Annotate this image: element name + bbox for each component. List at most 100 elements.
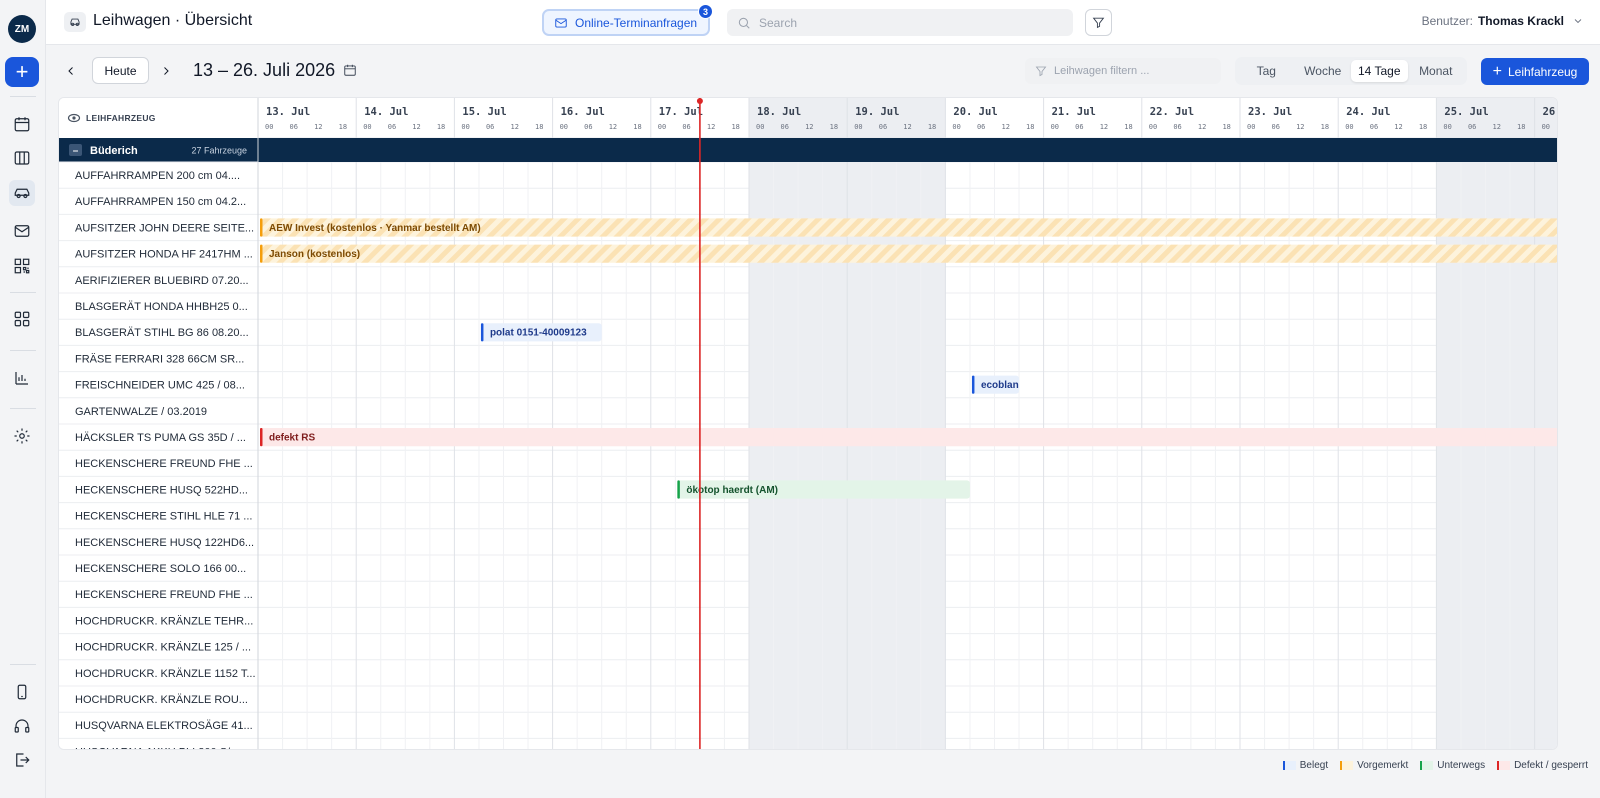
sidebar-divider [10, 96, 36, 97]
group-row[interactable] [59, 138, 1558, 162]
car-icon [14, 188, 30, 199]
booking-bar[interactable] [260, 244, 1558, 263]
vehicle-row-label[interactable]: HECKENSCHERE HUSQ 522HD... [75, 484, 248, 496]
create-button[interactable]: + [5, 57, 39, 87]
view-tab-woche[interactable]: Woche [1295, 60, 1352, 82]
vehicle-row-label[interactable]: BLASGERÄT HONDA HHBH25 0... [75, 301, 248, 313]
current-time-marker [696, 98, 703, 104]
online-requests-count-badge: 3 [698, 4, 713, 19]
legend-swatch [1497, 761, 1511, 770]
online-requests-button[interactable]: Online-Terminanfragen [542, 9, 710, 36]
vehicle-row-label[interactable]: AUFFAHRRAMPEN 200 cm 04.... [75, 170, 240, 182]
vehicle-row-label[interactable]: AERIFIZIERER BLUEBIRD 07.20... [75, 275, 249, 287]
hour-tick-label: 00 [756, 123, 764, 131]
hour-tick-label: 12 [1493, 123, 1501, 131]
view-tab-tag[interactable]: Tag [1238, 60, 1295, 82]
calendar-toolbar: Heute 13 – 26. Juli 2026 TagWoche14 Tage… [46, 45, 1600, 97]
sidebar-calendar-button[interactable] [9, 111, 35, 137]
chevron-left-icon [68, 67, 73, 75]
vehicle-row-label[interactable]: AUFFAHRRAMPEN 150 cm 04.2... [75, 196, 246, 208]
booking-label: defekt RS [269, 433, 315, 444]
hour-tick-label: 12 [903, 123, 911, 131]
calendar-icon [14, 117, 30, 132]
day-label: 22. Jul [1150, 106, 1194, 118]
view-tab-14-tage[interactable]: 14 Tage [1351, 60, 1408, 82]
sidebar-phone-button[interactable] [9, 679, 35, 705]
day-label: 19. Jul [855, 106, 899, 118]
timeline-card: 13. Jul 00 06 12 18 14. Jul 00 06 12 18 15. Jul 00 0… [58, 97, 1558, 750]
view-tab-monat[interactable]: Monat [1408, 60, 1465, 82]
legend-item-defekt: Defekt / gesperrt [1497, 760, 1588, 771]
booking-status-marker [971, 375, 975, 394]
user-menu[interactable]: Benutzer: Thomas Krackl [1422, 14, 1584, 28]
vehicle-row-label[interactable]: HECKENSCHERE FREUND FHE ... [75, 458, 253, 470]
mail-icon [14, 225, 30, 237]
fleet-filter-field[interactable] [1025, 58, 1221, 84]
vehicle-row-label[interactable]: HOCHDRUCKR. KRÄNZLE ROU... [75, 694, 248, 706]
phone-icon [17, 684, 27, 700]
hour-tick-label: 06 [879, 123, 887, 131]
vehicle-row-label[interactable]: HUSQVARNA ELEKTROSÄGE 41... [75, 720, 253, 732]
fleet-filter-input[interactable] [1054, 65, 1214, 77]
avatar[interactable]: ZM [8, 15, 36, 43]
vehicle-row-label[interactable]: HOCHDRUCKR. KRÄNZLE 1152 T... [75, 668, 256, 680]
group-count: 27 Fahrzeuge [191, 146, 247, 156]
day-label: 15. Jul [462, 106, 506, 118]
booking-label: Janson (kostenlos) [269, 249, 360, 260]
sidebar-mail-button[interactable] [9, 218, 35, 244]
booking-status-marker [677, 480, 680, 499]
hour-tick-label: 12 [412, 123, 420, 131]
sidebar-car-button[interactable] [9, 180, 35, 206]
vehicle-row-label[interactable]: HECKENSCHERE SOLO 166 00... [75, 563, 246, 575]
vehicle-row-label[interactable]: HÄCKSLER TS PUMA GS 35D / ... [75, 432, 246, 444]
hour-tick-label: 00 [363, 123, 371, 131]
hour-tick-label: 18 [1222, 123, 1230, 131]
filter-button[interactable] [1085, 9, 1112, 36]
sidebar-columns-button[interactable] [9, 145, 35, 171]
add-vehicle-button[interactable]: + Leihfahrzeug [1481, 58, 1589, 85]
legend-label: Belegt [1299, 760, 1329, 771]
legend-item-vorgemerkt: Vorgemerkt [1340, 760, 1408, 771]
vehicle-row-label[interactable]: HECKENSCHERE HUSQ 122HD6... [75, 537, 254, 549]
vehicle-row-label[interactable]: AUFSITZER JOHN DEERE SEITE... [75, 222, 254, 234]
vehicle-row-label[interactable]: HOCHDRUCKR. KRÄNZLE TEHR... [75, 615, 253, 627]
hour-tick-label: 06 [1370, 123, 1378, 131]
hour-tick-label: 18 [731, 123, 739, 131]
vehicle-row-label[interactable]: HECKENSCHERE FREUND FHE ... [75, 589, 253, 601]
sidebar-bar-chart-button[interactable] [9, 365, 35, 391]
chevron-right-icon [164, 67, 169, 75]
vehicle-row-label[interactable]: BLASGERÄT STIHL BG 86 08.20... [75, 327, 249, 339]
search-field[interactable] [727, 9, 1073, 36]
legend-item-belegt: Belegt [1282, 760, 1329, 771]
collapse-symbol: – [73, 146, 79, 157]
vehicle-row-label[interactable]: HUSQVARNA AKKU BLI 200 S/... [75, 746, 239, 750]
vehicle-row-label[interactable]: HOCHDRUCKR. KRÄNZLE 125 / ... [75, 642, 251, 654]
calendar-icon[interactable] [343, 63, 359, 79]
vehicle-row-label[interactable]: HECKENSCHERE STIHL HLE 71 ... [75, 511, 252, 523]
today-button[interactable]: Heute [92, 57, 149, 84]
next-button[interactable] [158, 63, 174, 79]
sidebar-gear-button[interactable] [9, 423, 35, 449]
previous-button[interactable] [63, 63, 79, 79]
filter-icon [1035, 66, 1047, 77]
legend-swatch [1420, 761, 1434, 770]
sidebar-grid-button[interactable] [9, 306, 35, 332]
hour-tick-label: 18 [1517, 123, 1525, 131]
vehicle-row-label[interactable]: AUFSITZER HONDA HF 2417HM ... [75, 249, 253, 261]
vehicle-row-label[interactable]: GARTENWALZE / 03.2019 [75, 406, 207, 418]
sidebar-qr-code-button[interactable] [9, 253, 35, 279]
booking-label: polat 0151-40009123 [490, 328, 587, 339]
hour-tick-label: 00 [952, 123, 960, 131]
hour-tick-label: 00 [1149, 123, 1157, 131]
booking-bar[interactable] [260, 428, 1558, 447]
hour-tick-label: 18 [1026, 123, 1034, 131]
app-root: ZM + Leihwagen · Übersicht Online-Termin… [0, 0, 1600, 798]
hour-tick-label: 18 [1124, 123, 1132, 131]
sidebar-headset-button[interactable] [9, 713, 35, 739]
vehicle-row-label[interactable]: FRÄSE FERRARI 328 66CM SR... [75, 353, 244, 365]
search-input[interactable] [759, 15, 1049, 30]
vehicle-row-label[interactable]: FREISCHNEIDER UMC 425 / 08... [75, 380, 245, 392]
sidebar-logout-button[interactable] [9, 747, 35, 773]
logout-icon [16, 753, 30, 767]
hour-tick-label: 06 [388, 123, 396, 131]
